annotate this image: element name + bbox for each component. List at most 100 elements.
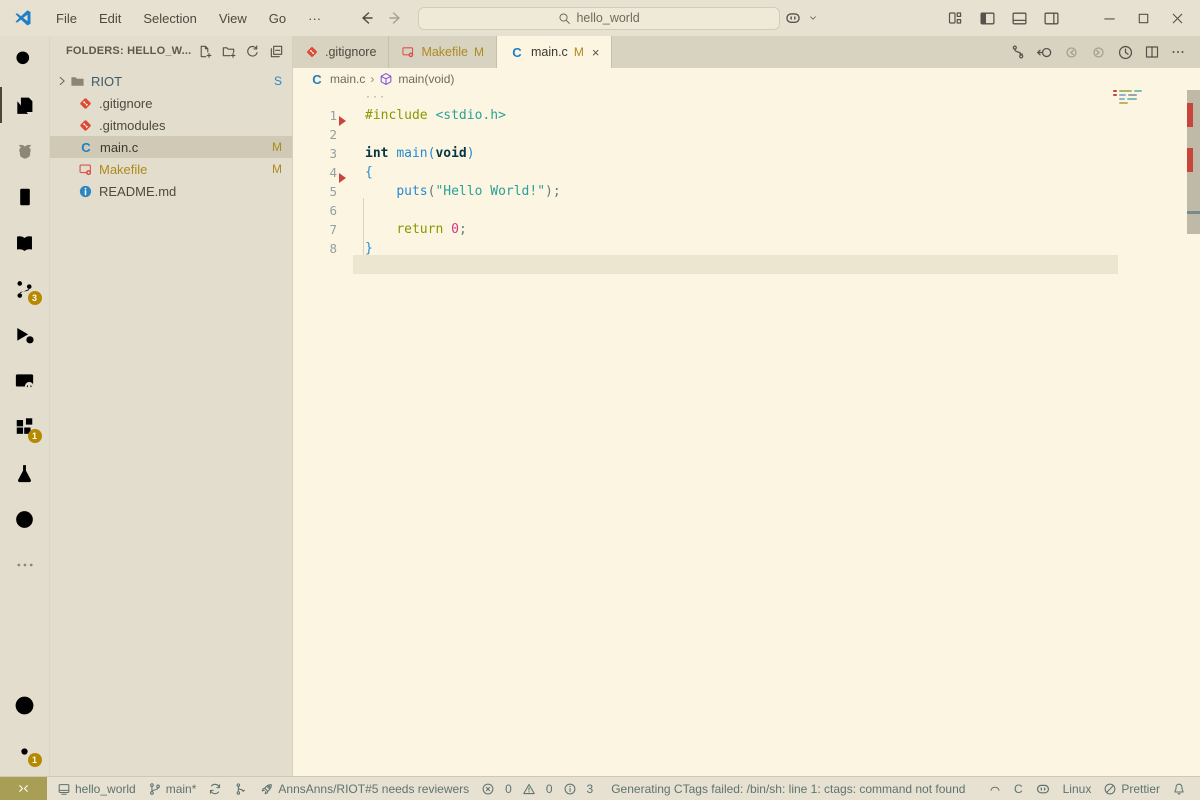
new-file-icon[interactable]: [197, 44, 212, 59]
breadcrumb-file[interactable]: main.c: [330, 72, 365, 86]
minimap[interactable]: [1113, 90, 1149, 110]
git-branch-icon: [148, 782, 162, 796]
activity-book-icon[interactable]: [0, 220, 50, 266]
info-count: 3: [586, 781, 594, 796]
activity-more-icon[interactable]: [0, 542, 50, 588]
settings-gear-icon[interactable]: 1: [0, 728, 50, 774]
language-mode[interactable]: C: [1008, 777, 1029, 800]
account-icon[interactable]: [0, 682, 50, 728]
code-line: 2: [293, 125, 1200, 144]
commit-graph-icon[interactable]: [1010, 44, 1026, 60]
activity-remote-explorer-icon[interactable]: [0, 358, 50, 404]
tab-main-c[interactable]: C main.c M ×: [496, 36, 613, 68]
copilot-dropdown-chevron-icon[interactable]: [808, 13, 818, 23]
file-history-icon[interactable]: [1117, 44, 1134, 61]
toggle-sidebar-icon[interactable]: [974, 6, 1000, 30]
copilot-status[interactable]: [1029, 777, 1057, 800]
workspace-indicator[interactable]: hello_world: [51, 777, 142, 800]
tree-item-gitignore[interactable]: .gitignore: [50, 92, 292, 114]
line-number: 6: [329, 203, 337, 218]
vscode-logo-icon: [13, 8, 33, 28]
workspace-name: hello_world: [75, 781, 136, 796]
chevron-right-icon[interactable]: [54, 74, 70, 88]
tab-makefile[interactable]: Makefile M: [389, 36, 497, 68]
git-deleted-marker[interactable]: [339, 173, 346, 183]
prev-change-disabled-icon: [1063, 44, 1080, 61]
tree-item-main-c[interactable]: C main.c M: [50, 136, 292, 158]
os-indicator[interactable]: Linux: [1057, 777, 1098, 800]
activity-source-control-icon[interactable]: 3: [0, 266, 50, 312]
tab-label: main.c: [530, 45, 568, 59]
nav-forward-icon[interactable]: [388, 10, 404, 26]
minimize-icon[interactable]: [1096, 6, 1122, 30]
activity-search-icon[interactable]: [0, 36, 50, 82]
nav-back-icon[interactable]: [358, 10, 374, 26]
pull-request-status[interactable]: AnnsAnns/RIOT#5 needs reviewers: [254, 777, 475, 800]
overview-ruler[interactable]: [1187, 90, 1200, 234]
warning-count: 0: [545, 781, 553, 796]
error-icon: [481, 782, 495, 796]
problems-indicator[interactable]: 0 0 3: [475, 777, 605, 800]
code-line: 3 int main(void): [293, 144, 1200, 163]
tree-label: .gitignore: [99, 95, 153, 111]
remote-indicator[interactable]: [0, 777, 47, 800]
breadcrumb-separator: ›: [370, 72, 375, 86]
code-editor[interactable]: ··· 1 #include <stdio.h> 2 3 int main(vo…: [293, 90, 1200, 776]
tree-item-gitmodules[interactable]: .gitmodules: [50, 114, 292, 136]
scm-badge: 3: [27, 291, 42, 305]
menu-edit[interactable]: Edit: [88, 6, 132, 30]
tree-item-readme[interactable]: README.md: [50, 180, 292, 202]
refresh-icon[interactable]: [245, 44, 260, 59]
line-number: 2: [329, 127, 337, 142]
customize-layout-icon[interactable]: [942, 6, 968, 30]
symbol-cube-icon: [379, 72, 393, 86]
notifications-button[interactable]: [1166, 777, 1192, 800]
activity-run-debug-icon[interactable]: [0, 312, 50, 358]
code-line: 4 {: [293, 163, 1200, 182]
copilot-icon[interactable]: [780, 6, 806, 30]
breadcrumb-symbol[interactable]: main(void): [398, 72, 454, 86]
split-editor-icon[interactable]: [1144, 44, 1160, 60]
indexing-indicator[interactable]: [982, 777, 1008, 800]
c-language-icon: C: [312, 71, 322, 87]
tree-item-riot[interactable]: RIOT S: [50, 70, 292, 92]
breadcrumb: C main.c › main(void): [293, 68, 1200, 90]
codelens-placeholder[interactable]: ···: [293, 90, 1200, 106]
maximize-icon[interactable]: [1130, 6, 1156, 30]
activity-dev-board-icon[interactable]: [0, 174, 50, 220]
explorer-section-title[interactable]: FOLDERS: HELLO_W...: [66, 45, 191, 57]
rocket-icon: [260, 782, 274, 796]
menu-go[interactable]: Go: [258, 6, 297, 30]
close-icon[interactable]: [1164, 6, 1190, 30]
git-deleted-marker[interactable]: [339, 116, 346, 126]
toggle-panel-icon[interactable]: [1006, 6, 1032, 30]
editor-more-actions-icon[interactable]: [1170, 44, 1186, 60]
command-center-search[interactable]: hello_world: [418, 6, 780, 30]
tree-item-makefile[interactable]: Makefile M: [50, 158, 292, 180]
new-folder-icon[interactable]: [221, 44, 236, 59]
arc-spinner-icon: [988, 782, 1002, 796]
status-message[interactable]: Generating CTags failed: /bin/sh: line 1…: [605, 777, 971, 800]
copilot-icon: [1035, 781, 1051, 797]
tab-gitignore[interactable]: .gitignore: [293, 36, 390, 68]
explorer-sidebar: FOLDERS: HELLO_W... RIOT S .gitignore .g…: [50, 36, 293, 776]
menu-selection[interactable]: Selection: [132, 6, 207, 30]
overview-deleted-mark: [1187, 148, 1193, 172]
menu-more[interactable]: ···: [297, 6, 332, 30]
search-value: hello_world: [576, 11, 640, 25]
tab-close-icon[interactable]: ×: [592, 45, 600, 60]
activity-extensions-icon[interactable]: 1: [0, 404, 50, 450]
gitlens-status-button[interactable]: [228, 777, 254, 800]
formatter-indicator[interactable]: Prettier: [1097, 777, 1166, 800]
collapse-all-icon[interactable]: [269, 44, 284, 59]
git-branch-indicator[interactable]: main*: [142, 777, 203, 800]
activity-raspberry-pi-icon[interactable]: [0, 128, 50, 174]
menu-view[interactable]: View: [208, 6, 258, 30]
git-sync-button[interactable]: [202, 777, 228, 800]
activity-explorer-icon[interactable]: [0, 82, 50, 128]
toggle-secondary-sidebar-icon[interactable]: [1038, 6, 1064, 30]
menu-file[interactable]: File: [45, 6, 88, 30]
previous-change-icon[interactable]: [1036, 44, 1053, 61]
activity-testing-icon[interactable]: [0, 450, 50, 496]
activity-gitlens-icon[interactable]: [0, 496, 50, 542]
